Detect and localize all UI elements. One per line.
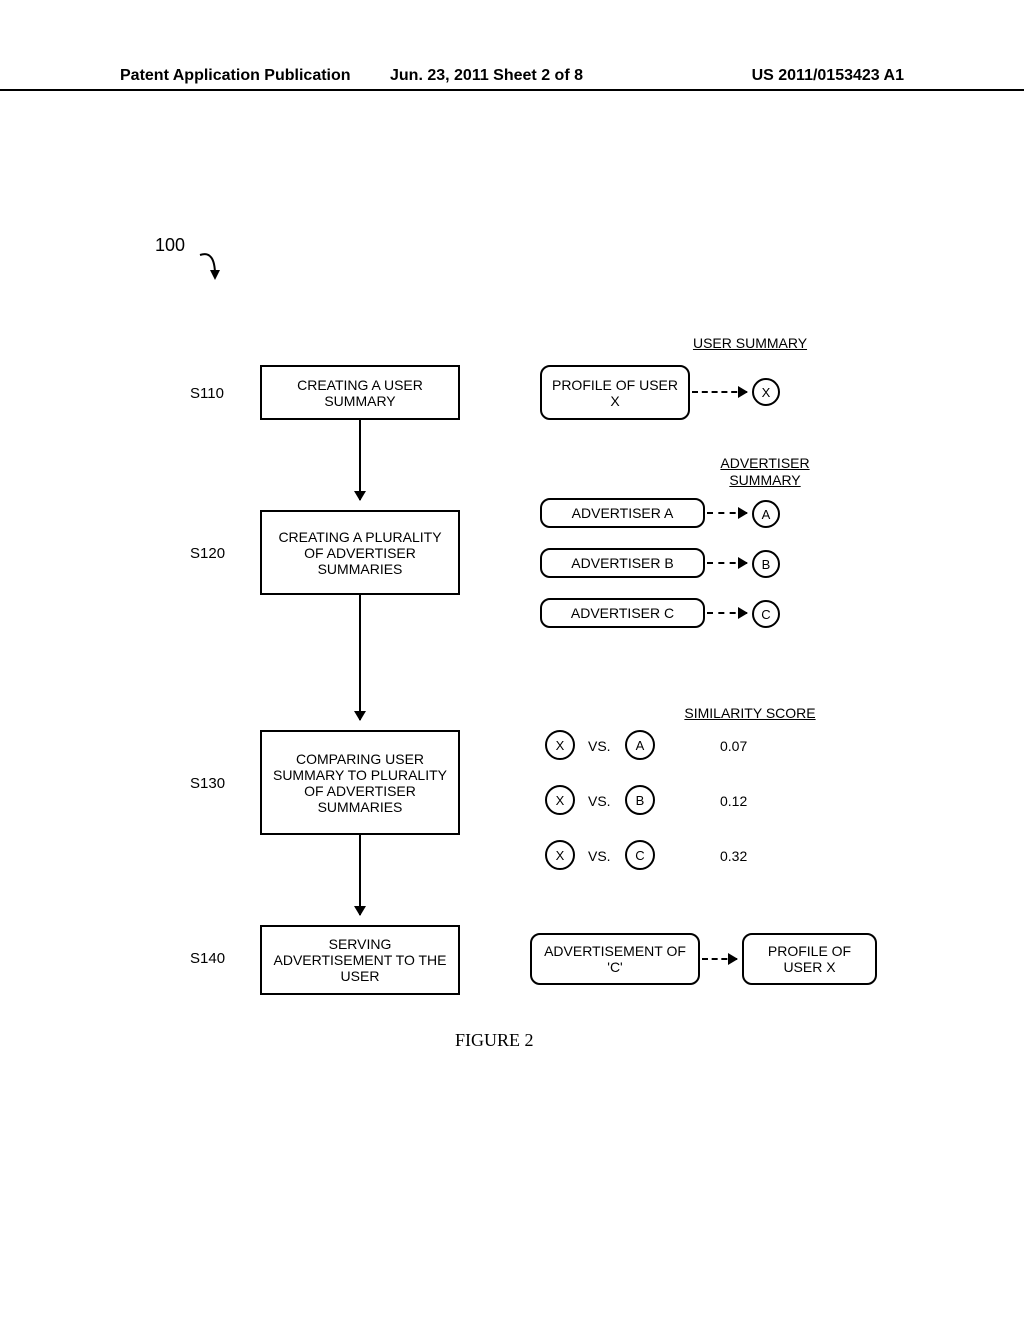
comp3-circle-x: X — [545, 840, 575, 870]
step-s140-text: SERVING ADVERTISEMENT TO THE USER — [268, 936, 452, 984]
comp3-vs: VS. — [588, 848, 611, 864]
advertiser-b-label: ADVERTISER B — [571, 555, 673, 571]
comp3-score: 0.32 — [720, 848, 747, 864]
profile-user-x-label-2: PROFILE OF USER X — [752, 943, 867, 975]
arrow-profile-to-x — [692, 391, 747, 393]
advertiser-a-label: ADVERTISER A — [572, 505, 674, 521]
profile-user-x-box-2: PROFILE OF USER X — [742, 933, 877, 985]
comp2-circle-x: X — [545, 785, 575, 815]
reference-number: 100 — [155, 235, 185, 256]
comp2-circle-b: B — [625, 785, 655, 815]
step-s130-box: COMPARING USER SUMMARY TO PLURALITY OF A… — [260, 730, 460, 835]
step-s140-box: SERVING ADVERTISEMENT TO THE USER — [260, 925, 460, 995]
advertiser-c-label: ADVERTISER C — [571, 605, 674, 621]
arrow-s120-s130 — [359, 595, 361, 720]
step-s110-box: CREATING A USER SUMMARY — [260, 365, 460, 420]
profile-user-x-label: PROFILE OF USER X — [550, 377, 680, 409]
comp1-x-label: X — [556, 738, 565, 753]
comp3-c-label: C — [635, 848, 644, 863]
comp1-circle-x: X — [545, 730, 575, 760]
advertiser-b-box: ADVERTISER B — [540, 548, 705, 578]
arrow-advertiser-c — [707, 612, 747, 614]
arrow-s130-s140 — [359, 835, 361, 915]
advertiser-summary-title: ADVERTISER SUMMARY — [700, 455, 830, 489]
step-s110-text: CREATING A USER SUMMARY — [268, 377, 452, 409]
comp2-score: 0.12 — [720, 793, 747, 809]
comp1-score: 0.07 — [720, 738, 747, 754]
circle-a-label: A — [762, 507, 771, 522]
arrow-ad-to-profile — [702, 958, 737, 960]
flowchart-diagram: 100 USER SUMMARY ADVERTISER SUMMARY SIMI… — [0, 230, 1024, 1050]
step-s110-label: S110 — [190, 385, 224, 402]
circle-a: A — [752, 500, 780, 528]
step-s120-box: CREATING A PLURALITY OF ADVERTISER SUMMA… — [260, 510, 460, 595]
comp1-circle-a: A — [625, 730, 655, 760]
circle-x: X — [752, 378, 780, 406]
circle-c-label: C — [761, 607, 770, 622]
similarity-score-title: SIMILARITY SCORE — [640, 705, 860, 721]
curve-arrow-icon — [195, 250, 235, 290]
header-left: Patent Application Publication — [120, 67, 351, 85]
header-center: Jun. 23, 2011 Sheet 2 of 8 — [390, 67, 583, 85]
comp2-b-label: B — [636, 793, 645, 808]
advertiser-a-box: ADVERTISER A — [540, 498, 705, 528]
step-s120-label: S120 — [190, 545, 225, 562]
advertiser-c-box: ADVERTISER C — [540, 598, 705, 628]
comp1-vs: VS. — [588, 738, 611, 754]
profile-user-x-box: PROFILE OF USER X — [540, 365, 690, 420]
step-s130-label: S130 — [190, 775, 225, 792]
circle-c: C — [752, 600, 780, 628]
comp2-vs: VS. — [588, 793, 611, 809]
patent-header: Patent Application Publication Jun. 23, … — [0, 85, 1024, 91]
circle-x-label: X — [762, 385, 771, 400]
step-s130-text: COMPARING USER SUMMARY TO PLURALITY OF A… — [268, 751, 452, 815]
comp3-circle-c: C — [625, 840, 655, 870]
header-right: US 2011/0153423 A1 — [752, 67, 904, 85]
step-s140-label: S140 — [190, 950, 225, 967]
user-summary-title: USER SUMMARY — [650, 335, 850, 351]
arrow-s110-s120 — [359, 420, 361, 500]
circle-b-label: B — [762, 557, 771, 572]
comp3-x-label: X — [556, 848, 565, 863]
advertisement-of-c-label: ADVERTISEMENT OF 'C' — [540, 943, 690, 975]
arrow-advertiser-b — [707, 562, 747, 564]
comp1-a-label: A — [636, 738, 645, 753]
figure-caption: FIGURE 2 — [455, 1030, 534, 1051]
circle-b: B — [752, 550, 780, 578]
advertisement-of-c-box: ADVERTISEMENT OF 'C' — [530, 933, 700, 985]
step-s120-text: CREATING A PLURALITY OF ADVERTISER SUMMA… — [268, 529, 452, 577]
comp2-x-label: X — [556, 793, 565, 808]
arrow-advertiser-a — [707, 512, 747, 514]
